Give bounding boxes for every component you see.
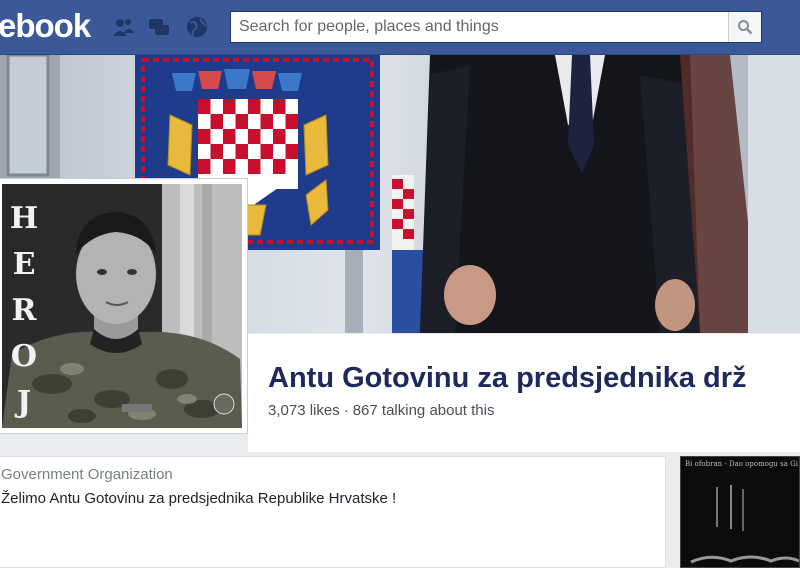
heroj-overlay-text: H E R O J [8, 196, 40, 426]
messages-icon[interactable] [146, 14, 172, 40]
page-stats: 3,073 likes · 867 talking about this [268, 402, 495, 419]
about-box: Government Organization Želimo Antu Goto… [0, 456, 666, 568]
profile-picture[interactable]: H E R O J [0, 178, 248, 434]
page-category[interactable]: Government Organization [1, 466, 173, 483]
notifications-globe-icon[interactable] [184, 14, 210, 40]
overlay-letter: E [12, 247, 36, 282]
overlay-letter: R [11, 293, 37, 328]
top-navigation-bar: ebook [0, 0, 800, 55]
profile-photo: H E R O J [2, 184, 242, 428]
facebook-logo[interactable]: ebook [0, 6, 91, 46]
suited-figure [420, 55, 700, 333]
search-box [230, 11, 762, 43]
photo-thumbnail[interactable]: Bi ofobran - Dao opomogu sa Gi [680, 456, 800, 568]
search-icon [738, 20, 753, 35]
talking-about-count[interactable]: 867 talking about this [353, 402, 495, 419]
search-input[interactable] [231, 12, 727, 42]
page-title[interactable]: Antu Gotovinu za predsjednika drž [268, 362, 747, 395]
friend-requests-icon[interactable] [110, 14, 136, 40]
overlay-letter: J [16, 385, 32, 420]
page-title-area: Antu Gotovinu za predsjednika drž 3,073 … [248, 334, 800, 452]
page-description: Želimo Antu Gotovinu za predsjednika Rep… [1, 490, 397, 507]
photo-thumbnail-image [690, 485, 799, 564]
likes-count[interactable]: 3,073 likes [268, 402, 340, 419]
stats-separator: · [343, 402, 349, 419]
overlay-letter: H [9, 201, 39, 236]
search-button[interactable] [728, 12, 761, 42]
overlay-letter: O [10, 339, 38, 374]
